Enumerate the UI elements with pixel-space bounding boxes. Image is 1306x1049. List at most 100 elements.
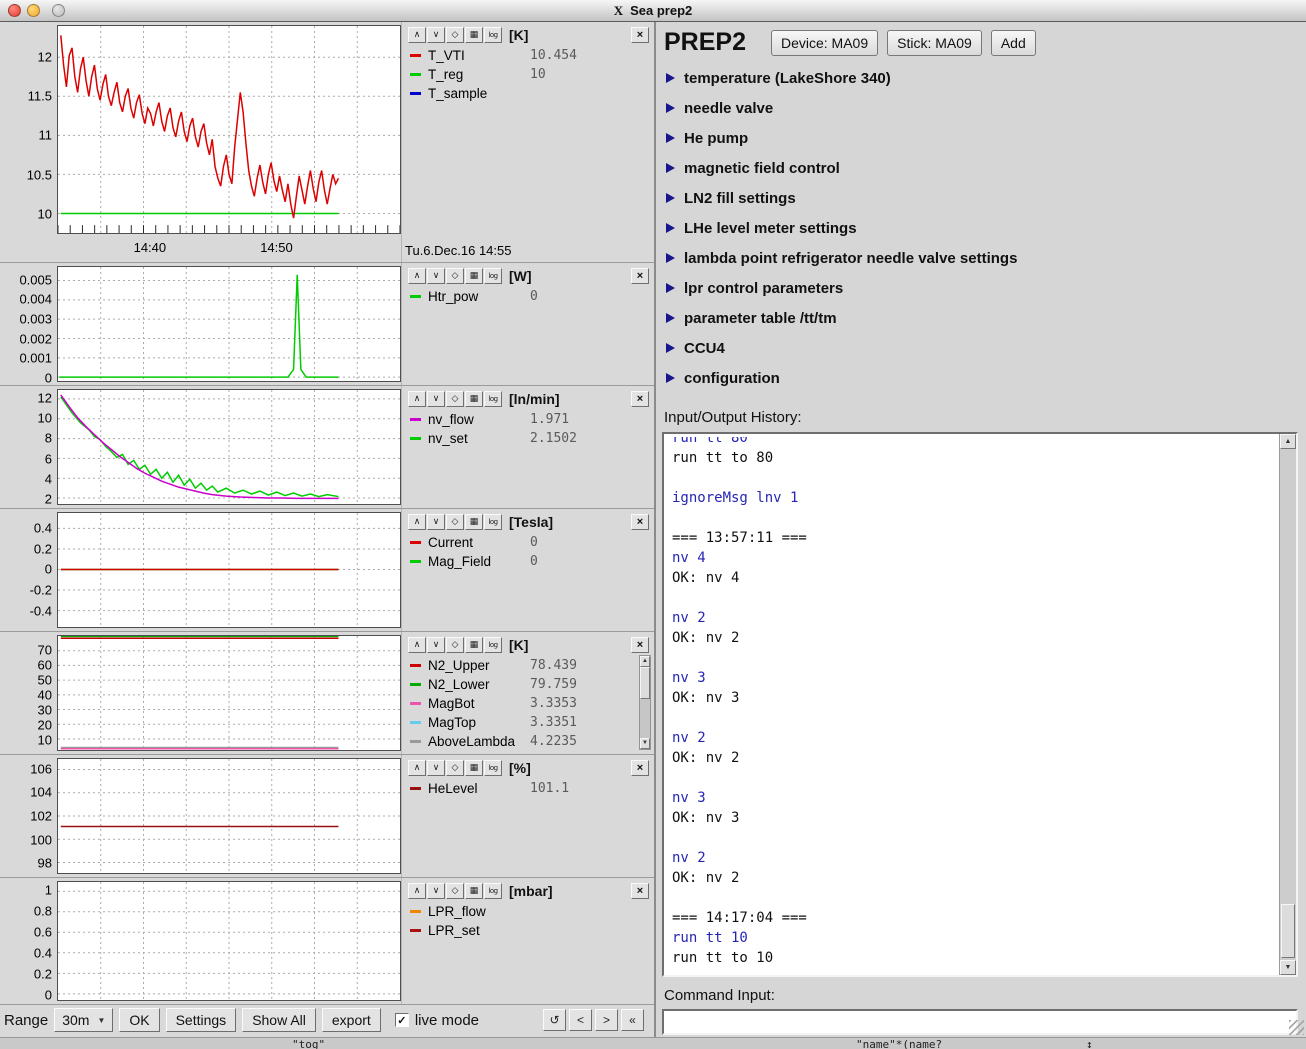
jump-start-icon[interactable]: « — [621, 1009, 644, 1031]
tree-item-5[interactable]: LN2 fill settings — [666, 183, 1298, 213]
legend-entry[interactable]: AboveLambda4.2235 — [408, 732, 650, 751]
scrollbar-up-icon[interactable]: ▲ — [1280, 434, 1296, 449]
log-scale-icon[interactable]: log — [484, 268, 502, 284]
scroll-down-icon[interactable]: ∨ — [427, 883, 445, 899]
grid-icon[interactable]: ▦ — [465, 883, 483, 899]
scroll-down-icon[interactable]: ∨ — [427, 27, 445, 43]
legend-entry[interactable]: Current0 — [408, 533, 650, 552]
zoom-icon[interactable]: ◇ — [446, 27, 464, 43]
tree-item-3[interactable]: He pump — [666, 123, 1298, 153]
legend-entry[interactable]: T_reg10 — [408, 65, 650, 84]
tree-item-10[interactable]: CCU4 — [666, 333, 1298, 363]
stick-button[interactable]: Stick: MA09 — [887, 30, 982, 56]
legend-entry[interactable]: MagTop3.3351 — [408, 713, 650, 732]
plot-canvas[interactable] — [57, 25, 401, 234]
legend-entry[interactable]: LPR_flow — [408, 902, 650, 921]
grid-icon[interactable]: ▦ — [465, 27, 483, 43]
zoom-icon[interactable]: ◇ — [446, 268, 464, 284]
page-left-icon[interactable]: < — [569, 1009, 592, 1031]
legend-entry[interactable]: Mag_Field0 — [408, 552, 650, 571]
settings-button[interactable]: Settings — [166, 1008, 237, 1032]
plot-canvas[interactable] — [57, 881, 401, 1001]
scrollbar-trough[interactable] — [1280, 449, 1296, 960]
scroll-down-icon[interactable]: ∨ — [427, 760, 445, 776]
range-select[interactable]: 30m ▼ — [54, 1008, 113, 1032]
scroll-up-icon[interactable]: ∧ — [408, 391, 426, 407]
log-scale-icon[interactable]: log — [484, 27, 502, 43]
legend-scroll-up-icon[interactable]: ▲ — [640, 656, 650, 667]
scroll-up-icon[interactable]: ∧ — [408, 760, 426, 776]
zoom-icon[interactable]: ◇ — [446, 514, 464, 530]
plot-canvas[interactable] — [57, 266, 401, 382]
scrollbar-thumb[interactable] — [1281, 904, 1295, 958]
grid-icon[interactable]: ▦ — [465, 268, 483, 284]
tree-item-9[interactable]: parameter table /tt/tm — [666, 303, 1298, 333]
log-scale-icon[interactable]: log — [484, 760, 502, 776]
scroll-up-icon[interactable]: ∧ — [408, 27, 426, 43]
plot-canvas[interactable] — [57, 512, 401, 628]
legend-entry[interactable]: MagBot3.3353 — [408, 694, 650, 713]
close-plot-button[interactable]: × — [631, 514, 649, 530]
plot-canvas[interactable] — [57, 389, 401, 505]
tree-item-2[interactable]: needle valve — [666, 93, 1298, 123]
legend-entry[interactable]: nv_flow1.971 — [408, 410, 650, 429]
tree-item-4[interactable]: magnetic field control — [666, 153, 1298, 183]
legend-scroll-thumb[interactable] — [640, 667, 650, 699]
legend-scrollbar[interactable]: ▲▼ — [639, 655, 651, 750]
close-plot-button[interactable]: × — [631, 27, 649, 43]
log-scale-icon[interactable]: log — [484, 883, 502, 899]
grid-icon[interactable]: ▦ — [465, 391, 483, 407]
close-plot-button[interactable]: × — [631, 637, 649, 653]
tree-item-8[interactable]: lpr control parameters — [666, 273, 1298, 303]
close-plot-button[interactable]: × — [631, 391, 649, 407]
add-button[interactable]: Add — [991, 30, 1036, 56]
scroll-down-icon[interactable]: ∨ — [427, 391, 445, 407]
plot-canvas[interactable] — [57, 635, 401, 751]
log-scale-icon[interactable]: log — [484, 637, 502, 653]
grid-icon[interactable]: ▦ — [465, 637, 483, 653]
zoom-icon[interactable]: ◇ — [446, 637, 464, 653]
tree-item-11[interactable]: configuration — [666, 363, 1298, 393]
legend-entry[interactable]: HeLevel101.1 — [408, 779, 650, 798]
scroll-down-icon[interactable]: ∨ — [427, 514, 445, 530]
zoom-icon[interactable]: ◇ — [446, 391, 464, 407]
show-all-button[interactable]: Show All — [242, 1008, 316, 1032]
ok-button[interactable]: OK — [119, 1008, 159, 1032]
legend-entry[interactable]: N2_Lower79.759 — [408, 675, 650, 694]
tree-item-1[interactable]: temperature (LakeShore 340) — [666, 63, 1298, 93]
device-button[interactable]: Device: MA09 — [771, 30, 878, 56]
close-plot-button[interactable]: × — [631, 883, 649, 899]
history-scrollbar[interactable]: ▲ ▼ — [1279, 434, 1296, 975]
scroll-up-icon[interactable]: ∧ — [408, 514, 426, 530]
scroll-up-icon[interactable]: ∧ — [408, 268, 426, 284]
legend-entry[interactable]: nv_set2.1502 — [408, 429, 650, 448]
legend-scroll-down-icon[interactable]: ▼ — [640, 738, 650, 749]
legend-entry[interactable]: T_sample — [408, 84, 650, 103]
scrollbar-down-icon[interactable]: ▼ — [1280, 960, 1296, 975]
log-scale-icon[interactable]: log — [484, 514, 502, 530]
log-scale-icon[interactable]: log — [484, 391, 502, 407]
scroll-down-icon[interactable]: ∨ — [427, 268, 445, 284]
zoom-icon[interactable]: ◇ — [446, 760, 464, 776]
scroll-up-icon[interactable]: ∧ — [408, 883, 426, 899]
plot-canvas[interactable] — [57, 758, 401, 874]
tree-item-6[interactable]: LHe level meter settings — [666, 213, 1298, 243]
scroll-down-icon[interactable]: ∨ — [427, 637, 445, 653]
legend-entry[interactable]: T_VTI10.454 — [408, 46, 650, 65]
page-right-icon[interactable]: > — [595, 1009, 618, 1031]
legend-entry[interactable]: N2_Upper78.439 — [408, 656, 650, 675]
reset-view-icon[interactable]: ↺ — [543, 1009, 566, 1031]
legend-scroll-trough[interactable] — [640, 667, 650, 738]
grid-icon[interactable]: ▦ — [465, 760, 483, 776]
grid-icon[interactable]: ▦ — [465, 514, 483, 530]
zoom-icon[interactable]: ◇ — [446, 883, 464, 899]
close-plot-button[interactable]: × — [631, 268, 649, 284]
close-plot-button[interactable]: × — [631, 760, 649, 776]
resize-grip[interactable] — [1289, 1020, 1304, 1035]
command-input[interactable] — [662, 1009, 1298, 1035]
live-mode-checkbox[interactable]: ✓ — [395, 1013, 409, 1027]
export-button[interactable]: export — [322, 1008, 381, 1032]
legend-entry[interactable]: Htr_pow0 — [408, 287, 650, 306]
tree-item-7[interactable]: lambda point refrigerator needle valve s… — [666, 243, 1298, 273]
scroll-up-icon[interactable]: ∧ — [408, 637, 426, 653]
